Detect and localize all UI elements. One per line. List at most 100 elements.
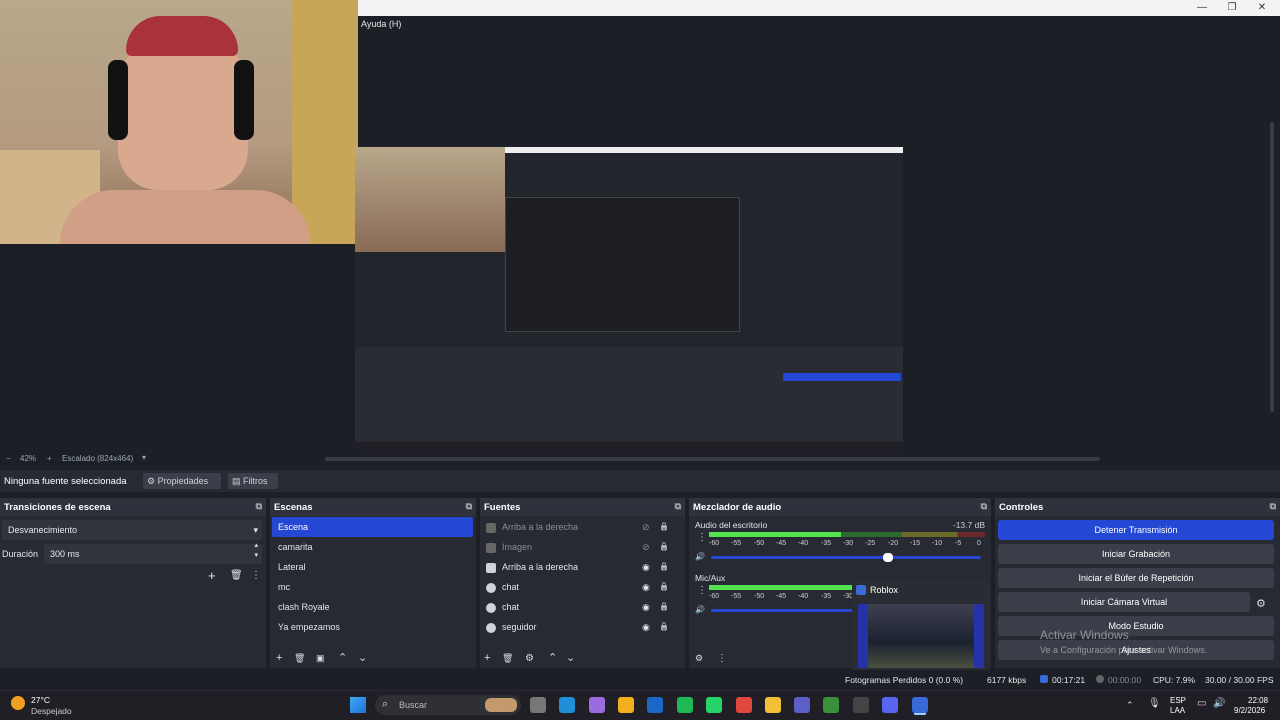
minecraft-icon[interactable] xyxy=(823,697,839,713)
scene-item[interactable]: camarita xyxy=(272,537,473,557)
mixer-settings-icon[interactable]: ⚙ xyxy=(695,653,703,664)
lock-icon[interactable]: 🔒 xyxy=(659,597,669,617)
source-item[interactable]: chat ◉ 🔒 xyxy=(482,597,672,617)
volume-slider-handle[interactable] xyxy=(883,553,893,562)
close-icon[interactable]: ✕ xyxy=(1252,1,1272,15)
source-item[interactable]: Imagen ⊘ 🔒 xyxy=(482,537,672,557)
undock-icon[interactable]: ⧉ xyxy=(256,501,262,512)
nested-docks xyxy=(355,347,903,442)
more-options-icon[interactable]: ⋮ xyxy=(697,532,707,543)
volume-icon[interactable]: 🔊 xyxy=(695,552,705,561)
scene-item[interactable]: Escena xyxy=(272,517,473,537)
scene-item[interactable]: clash Royale xyxy=(272,597,473,617)
transition-type-select[interactable]: Desvanecimiento ▾ xyxy=(2,520,262,540)
move-down-icon[interactable]: ⌄ xyxy=(358,651,367,664)
weather-icon[interactable] xyxy=(11,696,25,710)
task-view-icon[interactable] xyxy=(530,697,546,713)
windows-start-icon[interactable] xyxy=(350,697,366,713)
control-button[interactable]: Iniciar Cámara Virtual xyxy=(998,592,1250,612)
add-icon[interactable]: + xyxy=(484,652,490,664)
trash-icon[interactable]: 🗑 xyxy=(230,570,243,581)
copilot-icon[interactable] xyxy=(589,697,605,713)
more-options-icon[interactable]: ⋮ xyxy=(717,653,727,664)
add-icon[interactable]: + xyxy=(208,568,216,583)
preview-vertical-scrollbar[interactable] xyxy=(1270,122,1274,412)
source-item[interactable]: Arriba a la derecha ⊘ 🔒 xyxy=(482,517,672,537)
lock-icon[interactable]: 🔒 xyxy=(659,577,669,597)
search-highlight-image xyxy=(485,698,517,712)
zoom-in-icon[interactable]: + xyxy=(47,454,52,463)
clock-date: 9/2/2026 xyxy=(1234,706,1266,715)
eye-hidden-icon[interactable]: ⊘ xyxy=(642,517,650,537)
menu-help[interactable]: Ayuda (H) xyxy=(361,19,401,29)
lock-icon[interactable]: 🔒 xyxy=(659,517,669,537)
lock-icon[interactable]: 🔒 xyxy=(659,617,669,637)
more-options-icon[interactable]: ⋮ xyxy=(697,585,707,596)
undock-icon[interactable]: ⧉ xyxy=(675,501,681,512)
preview-horizontal-scrollbar[interactable] xyxy=(325,457,1100,461)
gear-icon[interactable]: ⚙ xyxy=(525,653,534,664)
undock-icon[interactable]: ⧉ xyxy=(981,501,987,512)
microphone-icon[interactable]: 🎙 xyxy=(1148,698,1161,709)
source-item[interactable]: chat ◉ 🔒 xyxy=(482,577,672,597)
control-button[interactable]: Iniciar Grabación xyxy=(998,544,1274,564)
obs-icon[interactable] xyxy=(853,697,869,713)
control-button[interactable]: Iniciar el Búfer de Repetición xyxy=(998,568,1274,588)
teams-icon[interactable] xyxy=(794,697,810,713)
file-explorer-icon[interactable] xyxy=(765,697,781,713)
trash-icon[interactable]: 🗑 xyxy=(294,653,305,664)
zoom-out-icon[interactable]: − xyxy=(6,454,11,463)
maximize-icon[interactable]: ❐ xyxy=(1222,1,1242,15)
source-item[interactable]: seguidor ◉ 🔒 xyxy=(482,617,672,637)
virtual-camera-gear-icon[interactable]: ⚙ xyxy=(1256,597,1266,610)
scene-settings-icon[interactable]: ▣ xyxy=(316,653,325,664)
move-down-icon[interactable]: ⌄ xyxy=(566,651,575,664)
undock-icon[interactable]: ⧉ xyxy=(1270,501,1276,512)
trash-icon[interactable]: 🗑 xyxy=(502,653,513,664)
volume-icon[interactable]: 🔊 xyxy=(695,605,705,614)
control-button[interactable]: Detener Transmisión xyxy=(998,520,1274,540)
minimize-icon[interactable]: — xyxy=(1192,1,1212,15)
chrome-icon[interactable] xyxy=(736,697,752,713)
move-up-icon[interactable]: ⌃ xyxy=(338,651,347,664)
chevron-down-icon[interactable]: ▾ xyxy=(142,453,146,462)
lock-icon[interactable]: 🔒 xyxy=(659,537,669,557)
move-up-icon[interactable]: ⌃ xyxy=(548,651,557,664)
scene-item[interactable]: Lateral xyxy=(272,557,473,577)
roblox-icon[interactable] xyxy=(912,697,928,713)
tray-expand-icon[interactable]: ⌃ xyxy=(1126,700,1134,711)
add-icon[interactable]: + xyxy=(276,652,282,664)
lock-icon[interactable]: 🔒 xyxy=(659,557,669,577)
scene-item[interactable]: mc xyxy=(272,577,473,597)
preview-canvas[interactable] xyxy=(0,0,1280,457)
edge-icon[interactable] xyxy=(559,697,575,713)
source-item[interactable]: Arriba a la derecha ◉ 🔒 xyxy=(482,557,672,577)
whatsapp-icon[interactable] xyxy=(706,697,722,713)
duration-input[interactable]: 300 ms ▴ ▾ xyxy=(44,541,262,564)
display-icon[interactable]: ▭ xyxy=(1197,698,1206,709)
roblox-taskbar-preview[interactable]: Roblox xyxy=(852,580,990,672)
properties-button[interactable]: ⚙ Propiedades xyxy=(143,473,221,489)
lang-primary[interactable]: ESP xyxy=(1170,696,1186,705)
filters-button[interactable]: ▤ Filtros xyxy=(228,473,278,489)
discord-icon[interactable] xyxy=(882,697,898,713)
more-options-icon[interactable]: ⋮ xyxy=(251,570,261,581)
eye-hidden-icon[interactable]: ⊘ xyxy=(642,537,650,557)
store-icon[interactable] xyxy=(618,697,634,713)
outlook-icon[interactable] xyxy=(647,697,663,713)
eye-icon[interactable]: ◉ xyxy=(642,557,650,577)
eye-icon[interactable]: ◉ xyxy=(642,577,650,597)
volume-slider[interactable] xyxy=(711,553,981,562)
taskbar-search-box[interactable]: ⌕ Buscar xyxy=(375,695,521,715)
stepper-icon[interactable]: ▴ ▾ xyxy=(254,541,258,561)
volume-icon[interactable]: 🔊 xyxy=(1213,698,1225,709)
eye-icon[interactable]: ◉ xyxy=(642,597,650,617)
transitions-title: Transiciones de escena xyxy=(4,502,111,513)
undock-icon[interactable]: ⧉ xyxy=(466,501,472,512)
scene-item[interactable]: Ya empezamos xyxy=(272,617,473,637)
meter-tick-label: 0 xyxy=(977,540,981,547)
lang-secondary[interactable]: LAA xyxy=(1170,706,1185,715)
spotify-icon[interactable] xyxy=(677,697,693,713)
eye-icon[interactable]: ◉ xyxy=(642,617,650,637)
meter-tick-label: -45 xyxy=(776,540,787,547)
